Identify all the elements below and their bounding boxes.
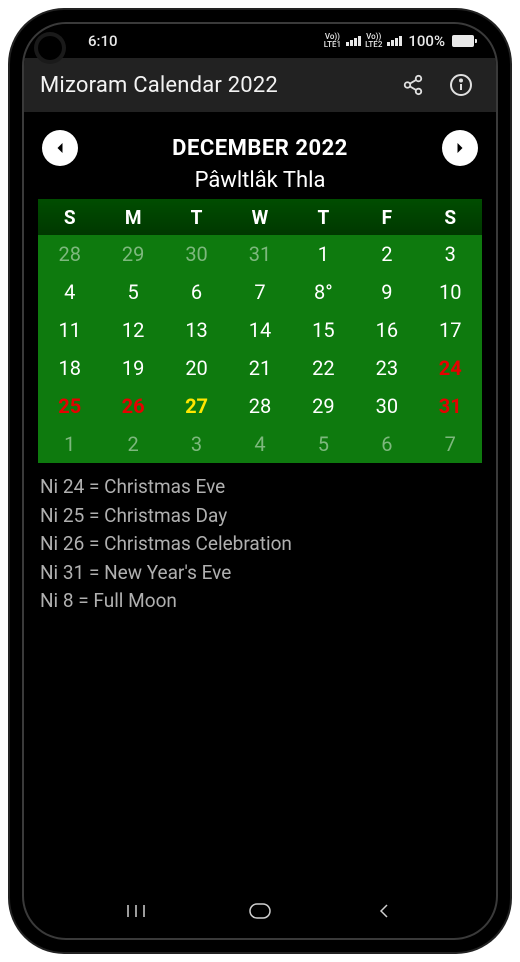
battery-icon	[452, 35, 474, 47]
recent-apps-button[interactable]	[106, 895, 166, 927]
month-title: DECEMBER 2022	[172, 136, 348, 161]
weekday-header: T	[165, 199, 228, 235]
status-bar: 6:10 Vo)) LTE1 Vo)) LTE2 100%	[24, 24, 496, 58]
weekday-header: S	[419, 199, 482, 235]
network-1-bot: LTE1	[324, 41, 341, 49]
share-button[interactable]	[394, 66, 432, 104]
network-1: Vo)) LTE1	[324, 33, 341, 49]
calendar-day[interactable]: 27	[165, 387, 228, 425]
prev-month-button[interactable]	[42, 130, 78, 166]
month-header: DECEMBER 2022	[38, 130, 482, 166]
calendar-row: 28293031123	[38, 235, 482, 273]
calendar-day[interactable]: 16	[355, 311, 418, 349]
status-right: Vo)) LTE1 Vo)) LTE2 100%	[324, 32, 474, 50]
battery-percent: 100%	[408, 32, 445, 50]
calendar-day[interactable]: 24	[419, 349, 482, 387]
month-subtitle: Pâwltlâk Thla	[38, 168, 482, 193]
calendar-day[interactable]: 28	[228, 387, 291, 425]
calendar-day[interactable]: 19	[101, 349, 164, 387]
next-month-button[interactable]	[442, 130, 478, 166]
info-button[interactable]	[442, 66, 480, 104]
calendar-day[interactable]: 7	[419, 425, 482, 463]
calendar-day[interactable]: 18	[38, 349, 101, 387]
calendar-day[interactable]: 20	[165, 349, 228, 387]
weekday-header: W	[228, 199, 291, 235]
calendar-row: 1234567	[38, 425, 482, 463]
calendar-day[interactable]: 12	[101, 311, 164, 349]
event-item: Ni 26 = Christmas Celebration	[40, 530, 480, 559]
calendar-day[interactable]: 5	[292, 425, 355, 463]
event-item: Ni 31 = New Year's Eve	[40, 559, 480, 588]
screen: 6:10 Vo)) LTE1 Vo)) LTE2 100% Mizoram Ca…	[22, 22, 498, 940]
content-area: DECEMBER 2022 Pâwltlâk Thla SMTWTFS 2829…	[24, 112, 496, 616]
event-item: Ni 8 = Full Moon	[40, 587, 480, 616]
weekday-header: F	[355, 199, 418, 235]
calendar-day[interactable]: 29	[101, 235, 164, 273]
calendar-day[interactable]: 31	[228, 235, 291, 273]
calendar-day[interactable]: 30	[355, 387, 418, 425]
calendar-day[interactable]: 14	[228, 311, 291, 349]
calendar-day[interactable]: 1	[292, 235, 355, 273]
calendar-row: 45678°910	[38, 273, 482, 311]
event-item: Ni 25 = Christmas Day	[40, 502, 480, 531]
status-time: 6:10	[88, 32, 118, 50]
calendar-day[interactable]: 26	[101, 387, 164, 425]
calendar-row: 25262728293031	[38, 387, 482, 425]
calendar-day[interactable]: 1	[38, 425, 101, 463]
calendar-day[interactable]: 3	[165, 425, 228, 463]
calendar-day[interactable]: 29	[292, 387, 355, 425]
calendar-day[interactable]: 9	[355, 273, 418, 311]
event-item: Ni 24 = Christmas Eve	[40, 473, 480, 502]
calendar-day[interactable]: 28	[38, 235, 101, 273]
calendar-day[interactable]: 4	[38, 273, 101, 311]
weekday-header: T	[292, 199, 355, 235]
calendar-day[interactable]: 3	[419, 235, 482, 273]
weekday-header: S	[38, 199, 101, 235]
events-list: Ni 24 = Christmas EveNi 25 = Christmas D…	[38, 473, 482, 616]
calendar-day[interactable]: 6	[165, 273, 228, 311]
calendar-day[interactable]: 6	[355, 425, 418, 463]
back-button[interactable]	[354, 895, 414, 927]
calendar-day[interactable]: 15	[292, 311, 355, 349]
android-nav-bar	[24, 890, 496, 938]
calendar-day[interactable]: 2	[355, 235, 418, 273]
calendar-day[interactable]: 22	[292, 349, 355, 387]
signal-icon-2	[387, 36, 402, 46]
calendar-day[interactable]: 7	[228, 273, 291, 311]
camera-hole	[38, 36, 62, 60]
signal-icon	[346, 36, 361, 46]
network-2-bot: LTE2	[365, 41, 382, 49]
calendar-day[interactable]: 31	[419, 387, 482, 425]
calendar-day[interactable]: 25	[38, 387, 101, 425]
calendar-day[interactable]: 17	[419, 311, 482, 349]
app-title: Mizoram Calendar 2022	[40, 73, 384, 98]
calendar-day[interactable]: 10	[419, 273, 482, 311]
network-2: Vo)) LTE2	[365, 33, 382, 49]
calendar-day[interactable]: 23	[355, 349, 418, 387]
calendar-day[interactable]: 5	[101, 273, 164, 311]
app-bar: Mizoram Calendar 2022	[24, 58, 496, 112]
calendar-day[interactable]: 4	[228, 425, 291, 463]
calendar-day[interactable]: 13	[165, 311, 228, 349]
calendar-day[interactable]: 8°	[292, 273, 355, 311]
calendar-day[interactable]: 11	[38, 311, 101, 349]
calendar-day[interactable]: 21	[228, 349, 291, 387]
calendar-day[interactable]: 2	[101, 425, 164, 463]
calendar-day[interactable]: 30	[165, 235, 228, 273]
weekday-header: M	[101, 199, 164, 235]
calendar-row: 11121314151617	[38, 311, 482, 349]
home-button[interactable]	[230, 895, 290, 927]
calendar-row: 18192021222324	[38, 349, 482, 387]
phone-frame: 6:10 Vo)) LTE1 Vo)) LTE2 100% Mizoram Ca…	[10, 10, 510, 952]
calendar-grid: SMTWTFS 2829303112345678°910111213141516…	[38, 199, 482, 463]
weekday-row: SMTWTFS	[38, 199, 482, 235]
